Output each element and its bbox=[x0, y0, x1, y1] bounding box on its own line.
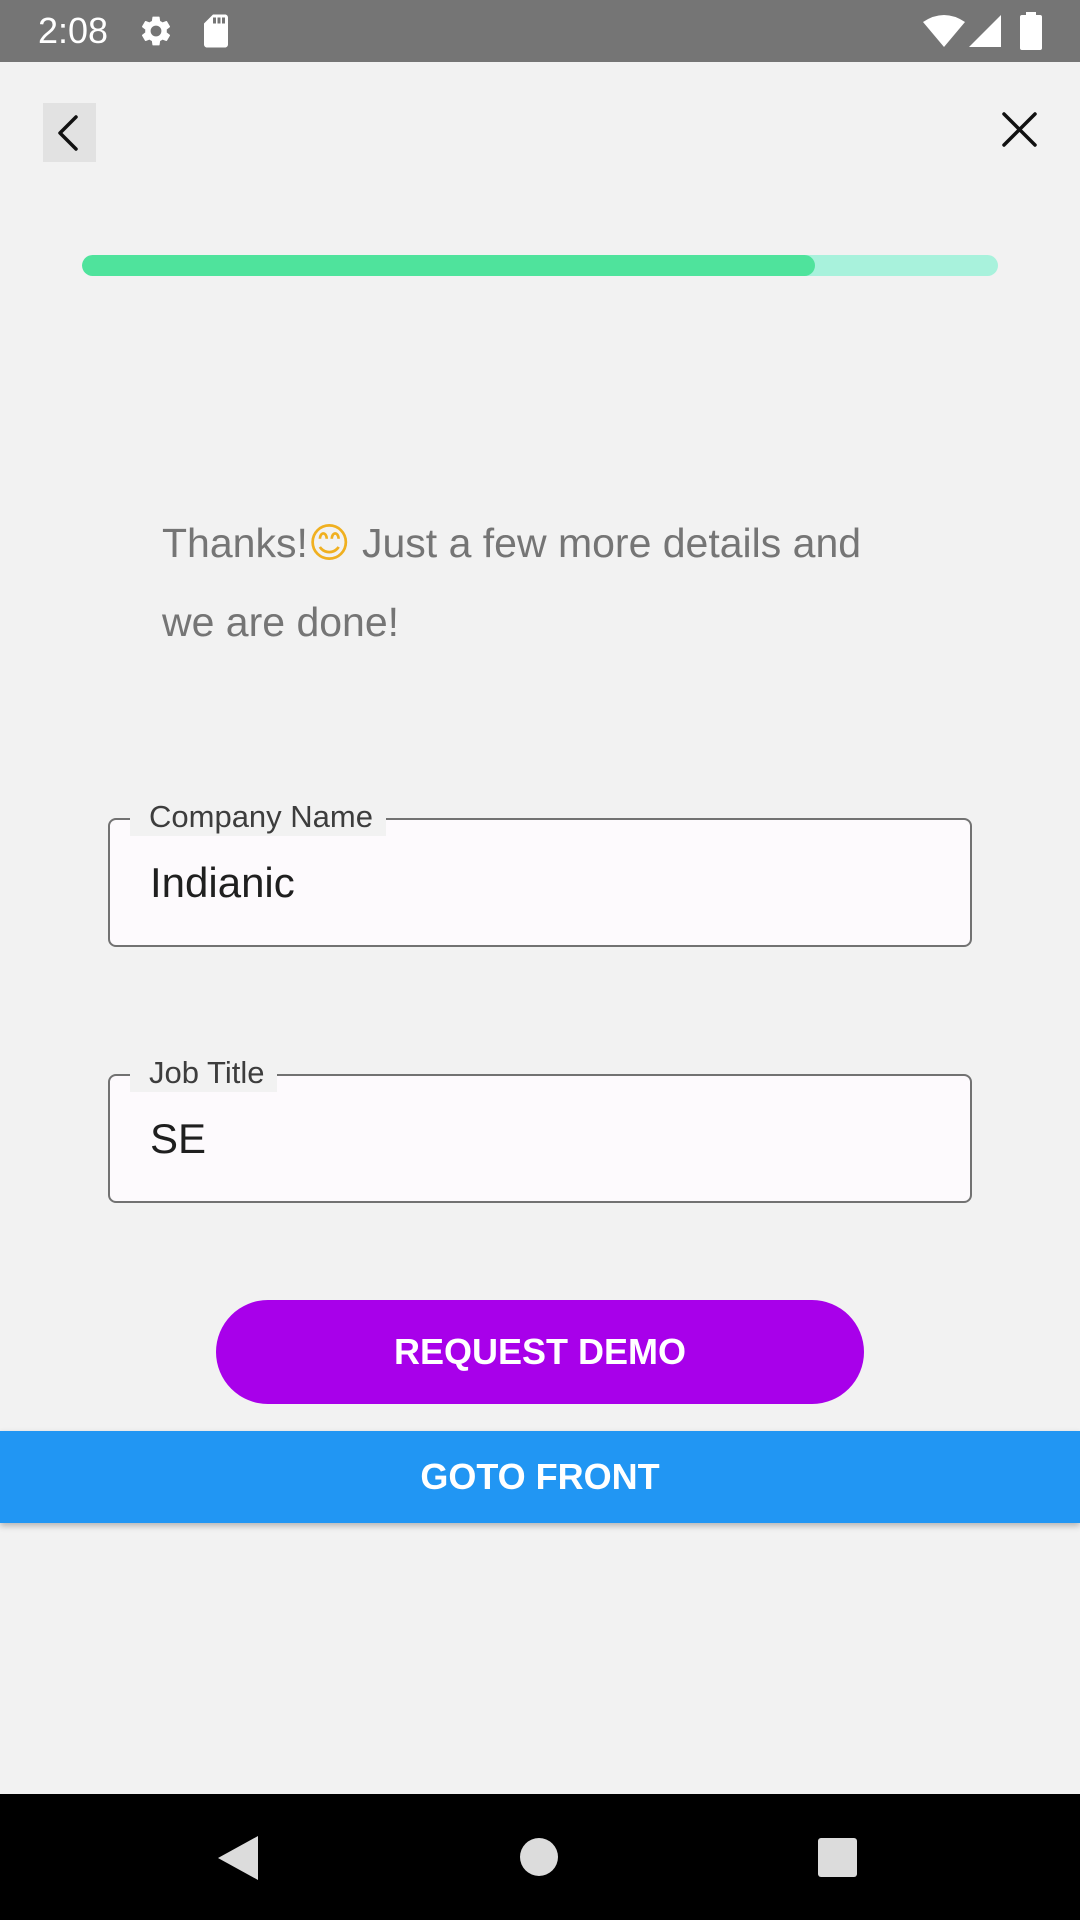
settings-icon bbox=[141, 16, 171, 46]
company-name-label: Company Name bbox=[130, 798, 386, 836]
recents-square-icon[interactable] bbox=[818, 1838, 857, 1877]
cell-signal-icon bbox=[969, 15, 1001, 47]
goto-front-button[interactable]: GOTO FRONT bbox=[0, 1431, 1080, 1523]
home-circle-icon[interactable] bbox=[520, 1838, 558, 1876]
job-title-input[interactable] bbox=[150, 1114, 930, 1164]
status-time: 2:08 bbox=[38, 10, 109, 51]
request-demo-button[interactable]: REQUEST DEMO bbox=[216, 1300, 864, 1404]
sd-card-icon bbox=[204, 14, 228, 48]
back-button[interactable] bbox=[43, 103, 96, 162]
message-text: Thanks!😊 Just a few more details and we … bbox=[162, 504, 922, 662]
company-name-input[interactable] bbox=[150, 858, 930, 908]
close-button[interactable] bbox=[995, 105, 1045, 155]
job-title-field[interactable]: Job Title bbox=[108, 1054, 972, 1203]
job-title-label: Job Title bbox=[130, 1054, 278, 1092]
navigation-bar bbox=[0, 1794, 1080, 1920]
smile-emoji-icon: 😊 bbox=[307, 519, 351, 567]
chevron-left-icon bbox=[58, 115, 78, 151]
back-triangle-icon[interactable] bbox=[218, 1836, 258, 1880]
status-bar: 2:08 bbox=[0, 0, 1080, 62]
company-name-field[interactable]: Company Name bbox=[108, 798, 972, 947]
close-icon bbox=[1002, 112, 1037, 147]
message-text-start: Thanks! bbox=[162, 520, 308, 566]
progress-fill bbox=[82, 255, 815, 276]
battery-icon bbox=[1020, 12, 1042, 50]
wifi-icon bbox=[923, 15, 965, 47]
progress-bar bbox=[82, 255, 998, 276]
